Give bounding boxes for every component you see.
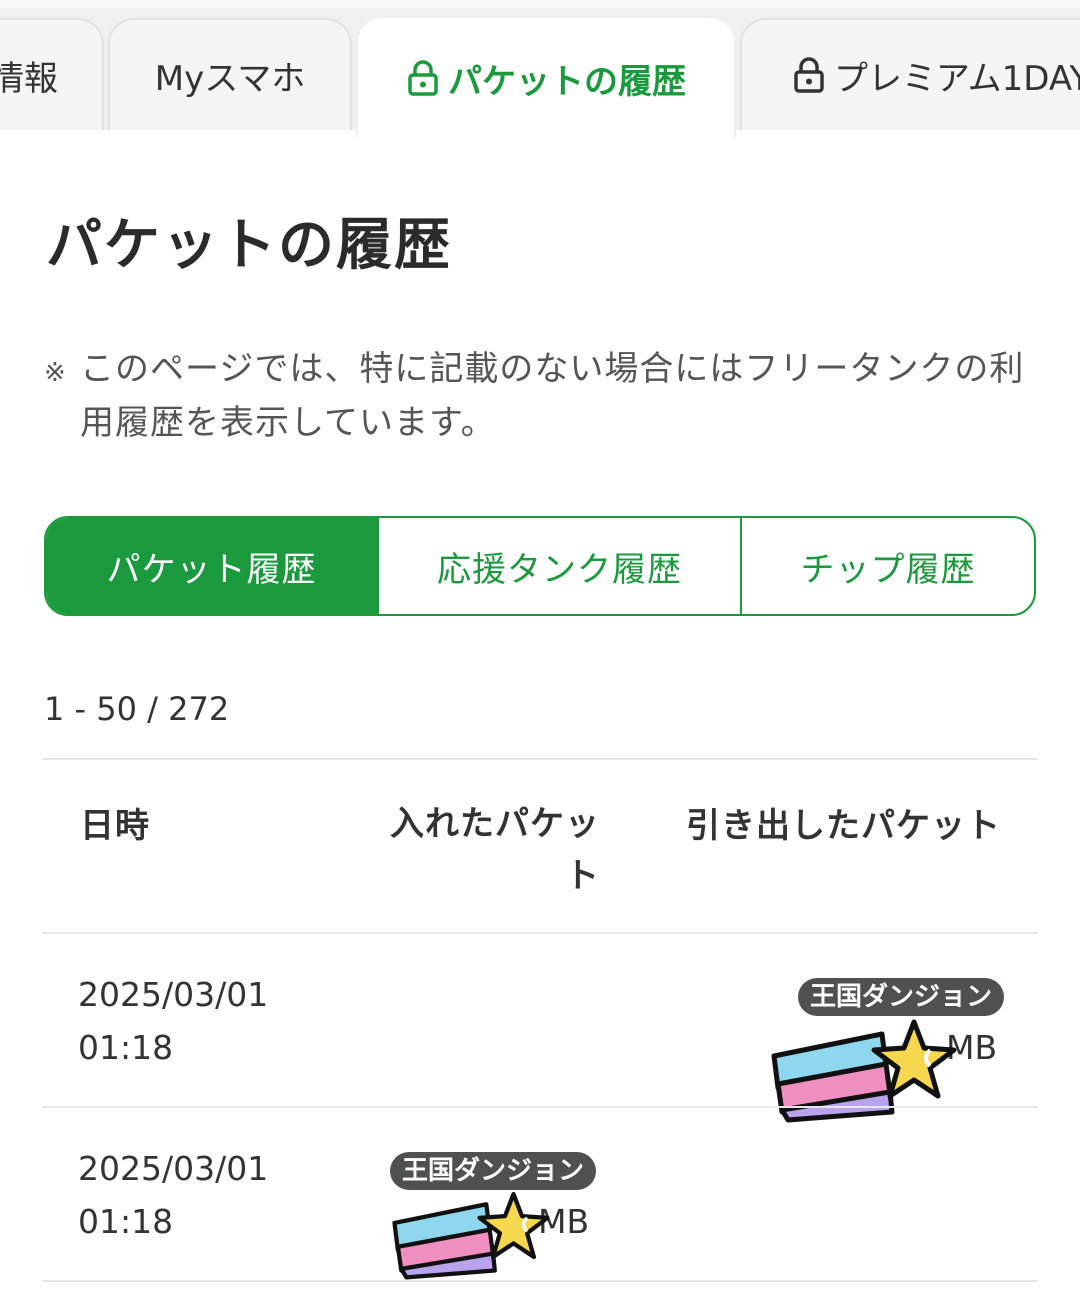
result-count: 1 - 50 / 272 [44,690,230,728]
row-date: 2025/03/01 [78,975,269,1014]
tab-bar: 情報 Myスマホ パケットの履歴 プレミアム1DAY [0,8,1080,138]
note-mark: ※ [44,358,66,388]
table-divider [42,932,1038,934]
column-header-datetime: 日時 [80,806,150,846]
row-time: 01:18 [78,1202,174,1241]
table-divider [42,758,1038,760]
tab-label: 情報 [0,58,58,99]
history-type-switcher: パケット履歴 応援タンク履歴 チップ履歴 [44,516,1036,616]
table-divider [42,1106,1038,1108]
tab-my-smartphone[interactable]: Myスマホ [108,18,352,130]
row-date-cell: 2025/03/01 01:18 [78,968,268,1074]
shooting-star-sticker-icon [392,1191,550,1280]
row-time: 01:18 [78,1028,174,1067]
column-header-withdrawn: 引き出したパケット [686,806,1001,846]
page-title: パケットの履歴 [46,213,452,278]
tab-packet-history[interactable]: パケットの履歴 [356,16,736,138]
segment-support-tank-history[interactable]: 応援タンク履歴 [377,518,742,614]
lock-icon [794,57,824,93]
segment-packet-history[interactable]: パケット履歴 [46,518,377,614]
segment-tip-history[interactable]: チップ履歴 [742,518,1034,614]
tab-premium-1day[interactable]: プレミアム1DAY [740,18,1080,130]
row-date-cell: 2025/03/01 01:18 [78,1142,268,1248]
tab-label: Myスマホ [154,58,306,99]
source-badge: 王国ダンジョン [798,978,1005,1016]
column-header-deposited: 入れたパケット [390,804,600,896]
tab-info[interactable]: 情報 [0,18,104,130]
content-panel: パケットの履歴 ※ このページでは、特に記載のない場合にはフリータンクの利用履歴… [0,130,1080,1298]
table-divider [42,1280,1038,1282]
tab-label: パケットの履歴 [448,61,686,102]
row-date: 2025/03/01 [78,1149,269,1188]
source-badge: 王国ダンジョン [390,1152,597,1190]
notice-text: このページでは、特に記載のない場合にはフリータンクの利用履歴を表示しています。 [80,349,1025,443]
lock-icon [408,60,438,96]
top-strip [0,0,1080,8]
tab-label: プレミアム1DAY [834,58,1080,99]
